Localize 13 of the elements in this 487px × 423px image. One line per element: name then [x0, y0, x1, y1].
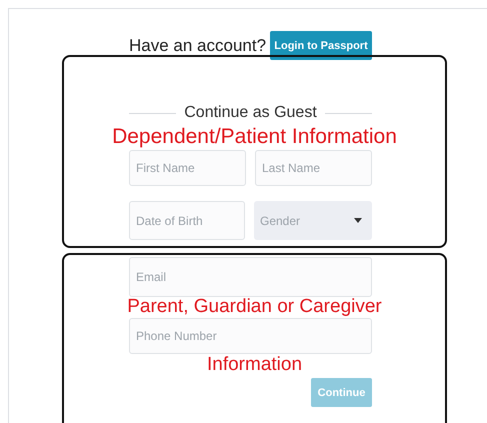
input-field[interactable]: Email: [129, 257, 372, 297]
login-button[interactable]: Login to Passport: [270, 31, 372, 60]
input-field[interactable]: Last Name: [255, 150, 372, 186]
select-field[interactable]: Gender: [254, 201, 372, 240]
annotation-label: Parent, Guardian or Caregiver: [126, 296, 383, 318]
input-field[interactable]: Date of Birth: [129, 201, 245, 240]
section-title: Continue as Guest: [184, 104, 317, 122]
input-field[interactable]: First Name: [129, 150, 246, 186]
input-field[interactable]: Phone Number: [129, 318, 372, 354]
account-prompt: Have an account?: [129, 36, 266, 56]
caret-icon: [354, 218, 362, 223]
annotation-label: Dependent/Patient Information: [111, 124, 398, 150]
annotation-label: Information: [206, 354, 304, 376]
